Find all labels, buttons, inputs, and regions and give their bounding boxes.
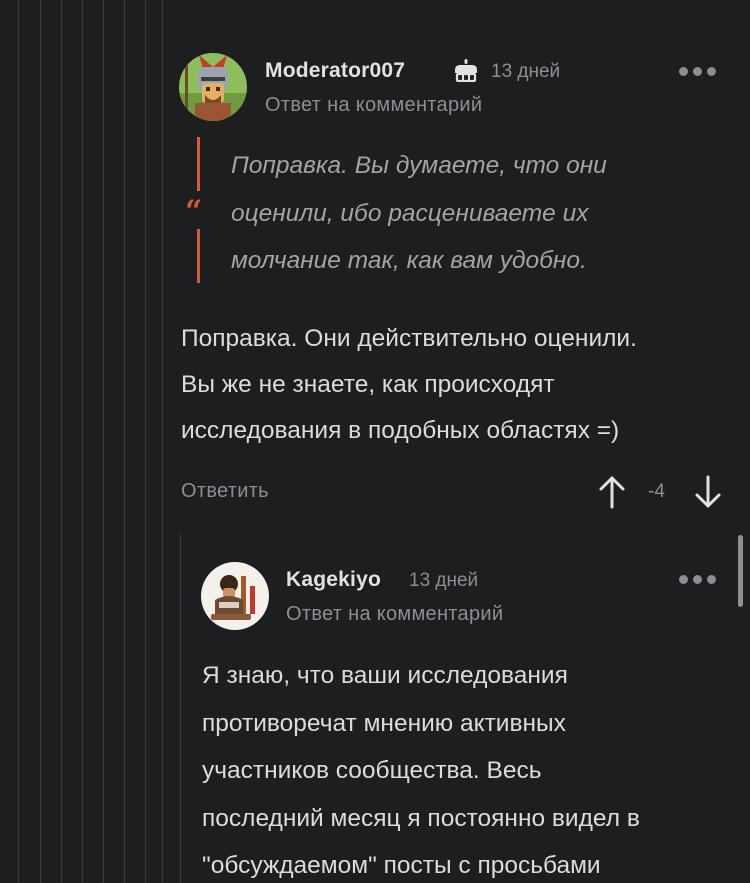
thread-line: [180, 535, 181, 883]
timestamp[interactable]: 13 дней: [491, 61, 560, 83]
dot-icon: [707, 575, 716, 584]
avatar[interactable]: [179, 53, 247, 121]
comment-body: Я знаю, что ваши исследования противореч…: [202, 652, 640, 883]
cake-icon: [452, 58, 480, 87]
avatar[interactable]: [201, 562, 269, 630]
dot-icon: [679, 67, 688, 76]
quote-bar: [197, 137, 200, 191]
body-line: "обсуждаемом" посты с просьбами: [202, 852, 601, 879]
thread-line: [162, 0, 163, 883]
quote-line: оценили, ибо расцениваете их: [231, 199, 589, 227]
thread-line: [61, 0, 62, 883]
dot-icon: [707, 67, 716, 76]
thread-line: [124, 0, 125, 883]
more-options-button[interactable]: [679, 575, 716, 584]
quote-icon: “: [185, 194, 203, 229]
thread-line: [40, 0, 41, 883]
knight-avatar-icon: [179, 53, 247, 121]
thread-line: [145, 0, 146, 883]
body-line: противоречат мнению активных: [202, 709, 566, 737]
more-options-button[interactable]: [679, 67, 716, 76]
body-line: Поправка. Они действительно оценили.: [181, 325, 637, 352]
comment-body: Поправка. Они действительно оценили. Вы …: [181, 316, 637, 454]
quote-text: Поправка. Вы думаете, что они оценили, и…: [231, 142, 607, 285]
vote-score: -4: [648, 481, 665, 502]
timestamp[interactable]: 13 дней: [409, 570, 478, 592]
scrollbar[interactable]: [738, 535, 743, 607]
thread-line: [82, 0, 83, 883]
upvote-arrow-icon[interactable]: [597, 475, 627, 514]
thread-line: [18, 0, 19, 883]
comment-thread: Moderator007 13 дней Ответ на комментари…: [0, 0, 750, 883]
reply-button[interactable]: Ответить: [181, 480, 269, 503]
body-line: исследования в подобных областях =): [181, 417, 620, 444]
downvote-arrow-icon[interactable]: [693, 475, 723, 514]
dot-icon: [693, 575, 702, 584]
quote-line: Поправка. Вы думаете, что они: [231, 152, 607, 179]
quote-line: молчание так, как вам удобно.: [231, 247, 587, 274]
quote-bar: [197, 229, 200, 283]
body-line: Вы же не знаете, как происходят: [181, 371, 555, 398]
reply-to-link[interactable]: Ответ на комментарий: [265, 94, 482, 117]
username[interactable]: Kagekiyo: [286, 568, 381, 592]
dot-icon: [679, 575, 688, 584]
thread-line: [103, 0, 104, 883]
reply-to-link[interactable]: Ответ на комментарий: [286, 603, 503, 626]
samurai-avatar-icon: [201, 562, 269, 630]
username[interactable]: Moderator007: [265, 59, 405, 83]
body-line: последний месяц я постоянно видел в: [202, 804, 640, 832]
dot-icon: [693, 67, 702, 76]
body-line: Я знаю, что ваши исследования: [202, 662, 568, 689]
body-line: участников сообщества. Весь: [202, 757, 542, 784]
